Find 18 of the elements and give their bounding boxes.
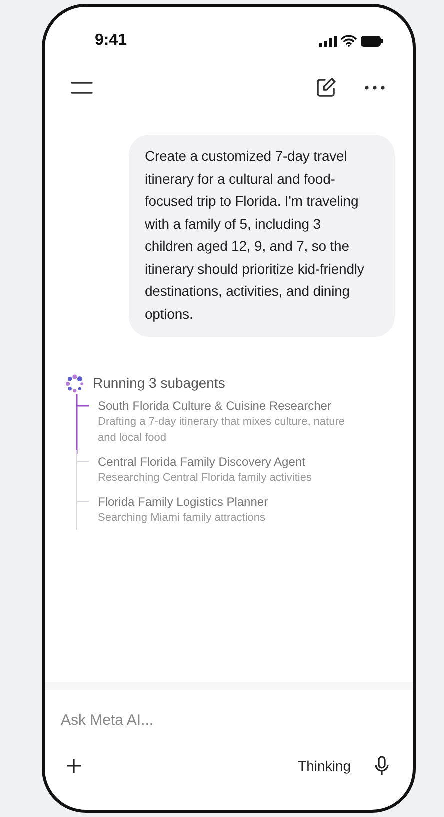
plus-icon <box>67 759 81 773</box>
subagents-title: Running 3 subagents <box>93 374 226 393</box>
microphone-icon <box>375 756 389 776</box>
menu-icon <box>71 82 93 94</box>
more-icon <box>365 86 385 90</box>
agent-name: Central Florida Family Discovery Agent <box>98 454 306 470</box>
spinner-icon <box>65 374 85 394</box>
agent-status: Researching Central Florida family activities <box>98 471 312 486</box>
agent-status: Searching Miami family attractions <box>98 511 267 526</box>
agent-status: Drafting a 7-day itinerary that mixes culture, nature and local food <box>98 415 346 446</box>
message-bubble: Create a customized 7-day travel itinerary for a cultural and food-focused trip to Florida. I'm traveling with a family of 5, including 3 children aged 12, 9, and 7, so the itinerary should prioritize kid-friendly destinations, activities, and dining options. <box>129 135 395 337</box>
pencil-square-icon <box>315 77 337 99</box>
signal-icon <box>319 36 337 46</box>
status-time: 9:41 <box>95 31 128 51</box>
agent-name: Florida Family Logistics Planner <box>98 494 268 510</box>
agent-name: South Florida Culture & Cuisine Researcher <box>98 398 332 414</box>
wifi-icon <box>341 35 357 47</box>
battery-icon <box>361 36 383 46</box>
